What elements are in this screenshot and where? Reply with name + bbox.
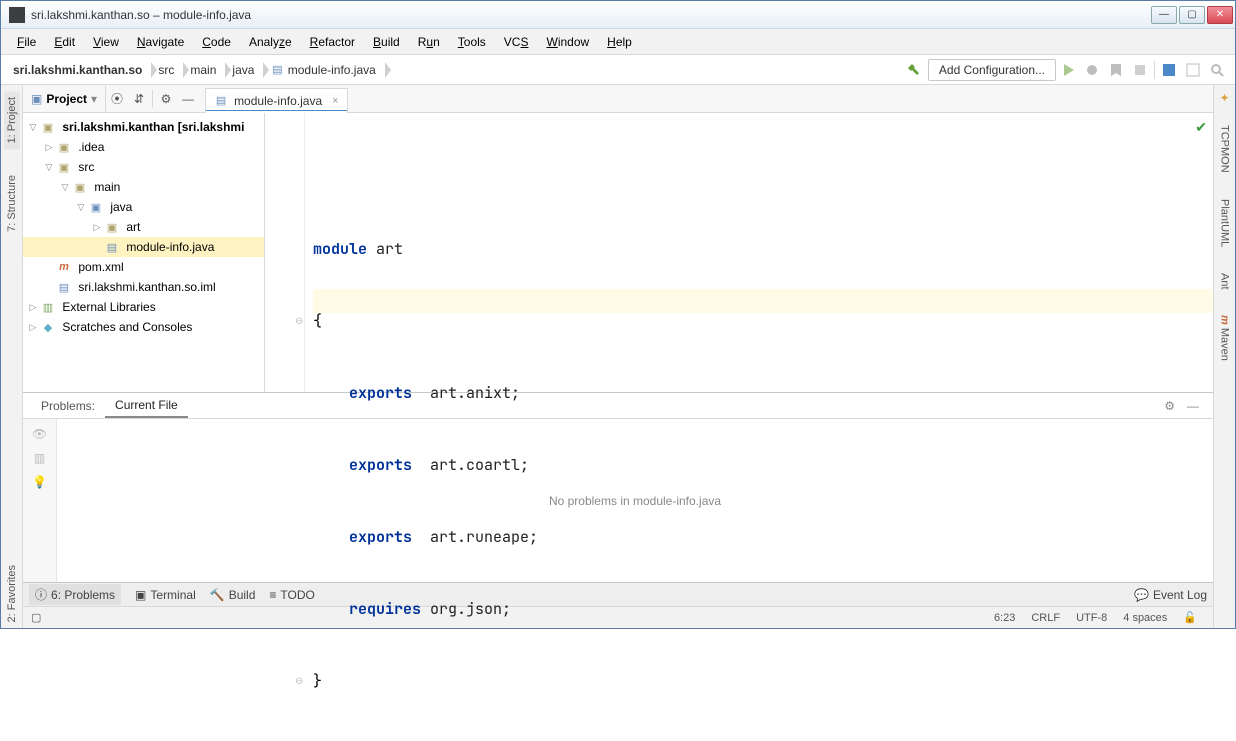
tree-main[interactable]: ▽▣ main (23, 177, 264, 197)
breadcrumb-root[interactable]: sri.lakshmi.kanthan.so (7, 59, 152, 81)
status-icon[interactable]: ▢ (31, 611, 41, 624)
breadcrumb-java[interactable]: java (226, 59, 264, 81)
folder-icon: ▣ (31, 92, 42, 106)
filter-icon[interactable]: ▥ (34, 451, 45, 465)
tool-tab-problems[interactable]: ⓘ6: Problems (29, 584, 121, 605)
inspection-ok-icon[interactable]: ✔ (1195, 119, 1207, 136)
eye-icon[interactable]: 👁 (32, 427, 47, 441)
locate-icon[interactable]: ⦿ (106, 88, 128, 110)
problems-side-toolbar: 👁 ▥ 💡 (23, 419, 57, 582)
menu-analyze[interactable]: Analyze (241, 33, 300, 51)
tree-module-info[interactable]: ▤ module-info.java (23, 237, 264, 257)
folder-icon: ▣ (73, 180, 87, 194)
problems-tab-label: Problems: (31, 395, 105, 417)
fold-icon[interactable]: ⊖ (295, 669, 303, 693)
tool-tab-maven[interactable]: m Maven (1217, 309, 1233, 367)
window-titlebar: sri.lakshmi.kanthan.so – module-info.jav… (1, 1, 1235, 29)
code-editor[interactable]: module art ⊖{ exports art.anixt; exports… (265, 113, 1213, 392)
tree-art[interactable]: ▷▣ art (23, 217, 264, 237)
java-file-icon: ▤ (105, 240, 119, 254)
tree-scratches[interactable]: ▷◆ Scratches and Consoles (23, 317, 264, 337)
breadcrumb-src[interactable]: src (152, 59, 184, 81)
git-icon[interactable] (1161, 62, 1177, 78)
terminal-icon: ▣ (135, 588, 146, 602)
navigation-bar: sri.lakshmi.kanthan.so src main java ▤ m… (1, 55, 1235, 85)
maven-icon: m (57, 260, 71, 274)
menu-tools[interactable]: Tools (450, 33, 494, 51)
left-tool-stripe: 1: Project 7: Structure 2: Favorites (1, 85, 23, 628)
menu-run[interactable]: Run (410, 33, 448, 51)
scratch-icon: ◆ (41, 320, 55, 334)
tool-tab-build[interactable]: 🔨Build (210, 588, 256, 602)
problems-tab-current-file[interactable]: Current File (105, 394, 188, 418)
app-icon (9, 7, 25, 23)
run-icon[interactable] (1060, 62, 1076, 78)
folder-icon: ▣ (57, 140, 71, 154)
cross-icon[interactable]: ✦ (1219, 91, 1229, 105)
tool-tab-plantuml[interactable]: PlantUML (1217, 193, 1233, 253)
tree-pom[interactable]: m pom.xml (23, 257, 264, 277)
menu-bar: File Edit View Navigate Code Analyze Ref… (1, 29, 1235, 55)
fold-icon[interactable]: ⊖ (295, 309, 303, 333)
tool-tab-favorites[interactable]: 2: Favorites (4, 559, 20, 628)
source-folder-icon: ▣ (89, 200, 103, 214)
menu-navigate[interactable]: Navigate (129, 33, 192, 51)
breadcrumb-main[interactable]: main (184, 59, 226, 81)
folder-icon: ▣ (57, 160, 71, 174)
tool-tab-ant[interactable]: Ant (1217, 267, 1233, 296)
library-icon: ▥ (41, 300, 55, 314)
menu-window[interactable]: Window (538, 33, 597, 51)
tree-external-libraries[interactable]: ▷▥ External Libraries (23, 297, 264, 317)
info-icon: ⓘ (35, 586, 47, 603)
right-tool-stripe: ✦ TCPMON PlantUML Ant m Maven (1213, 85, 1235, 628)
hide-icon[interactable]: — (177, 88, 199, 110)
expand-all-icon[interactable]: ⇵ (128, 88, 150, 110)
tool-tab-terminal[interactable]: ▣Terminal (135, 588, 196, 602)
menu-vcs[interactable]: VCS (496, 33, 537, 51)
editor-tab-module-info[interactable]: ▤ module-info.java × (205, 88, 348, 112)
package-icon: ▣ (105, 220, 119, 234)
menu-view[interactable]: View (85, 33, 127, 51)
layout-icon[interactable] (1185, 62, 1201, 78)
list-icon: ≡ (269, 588, 276, 602)
search-everywhere-icon[interactable] (1209, 62, 1225, 78)
tool-tab-todo[interactable]: ≡TODO (269, 588, 314, 602)
tree-iml[interactable]: ▤ sri.lakshmi.kanthan.so.iml (23, 277, 264, 297)
menu-help[interactable]: Help (599, 33, 640, 51)
gear-icon[interactable]: ⚙ (155, 88, 177, 110)
bulb-icon[interactable]: 💡 (32, 475, 47, 489)
build-icon[interactable] (906, 62, 922, 78)
tool-tab-structure[interactable]: 7: Structure (4, 169, 20, 238)
menu-build[interactable]: Build (365, 33, 408, 51)
debug-icon[interactable] (1084, 62, 1100, 78)
window-title: sri.lakshmi.kanthan.so – module-info.jav… (31, 8, 1151, 22)
project-tree[interactable]: ▽▣ sri.lakshmi.kanthan [sri.lakshmi ▷▣ .… (23, 113, 265, 392)
iml-icon: ▤ (57, 280, 71, 294)
tree-java[interactable]: ▽▣ java (23, 197, 264, 217)
project-view-selector[interactable]: ▣ Project ▾ (23, 85, 106, 112)
close-button[interactable]: ✕ (1207, 6, 1233, 24)
menu-refactor[interactable]: Refactor (302, 33, 363, 51)
tree-idea[interactable]: ▷▣ .idea (23, 137, 264, 157)
close-tab-icon[interactable]: × (332, 95, 338, 107)
editor-gutter (265, 113, 305, 392)
run-config-selector[interactable]: Add Configuration... (928, 59, 1056, 81)
menu-edit[interactable]: Edit (46, 33, 83, 51)
coverage-icon[interactable] (1108, 62, 1124, 78)
tool-strip: ▣ Project ▾ ⦿ ⇵ ⚙ — ▤ module-info.java × (23, 85, 1213, 113)
tool-tab-project[interactable]: 1: Project (4, 91, 20, 149)
tool-tab-tcpmon[interactable]: TCPMON (1217, 119, 1233, 179)
maximize-button[interactable]: ▢ (1179, 6, 1205, 24)
java-file-icon: ▤ (214, 94, 228, 108)
menu-code[interactable]: Code (194, 33, 239, 51)
project-icon: ▣ (41, 120, 55, 134)
stop-icon[interactable] (1132, 62, 1148, 78)
tree-src[interactable]: ▽▣ src (23, 157, 264, 177)
minimize-button[interactable]: — (1151, 6, 1177, 24)
tree-root[interactable]: ▽▣ sri.lakshmi.kanthan [sri.lakshmi (23, 117, 264, 137)
menu-file[interactable]: File (9, 33, 44, 51)
hammer-icon: 🔨 (210, 588, 225, 602)
java-file-icon: ▤ (270, 63, 284, 77)
breadcrumb-file[interactable]: ▤ module-info.java (264, 59, 385, 81)
